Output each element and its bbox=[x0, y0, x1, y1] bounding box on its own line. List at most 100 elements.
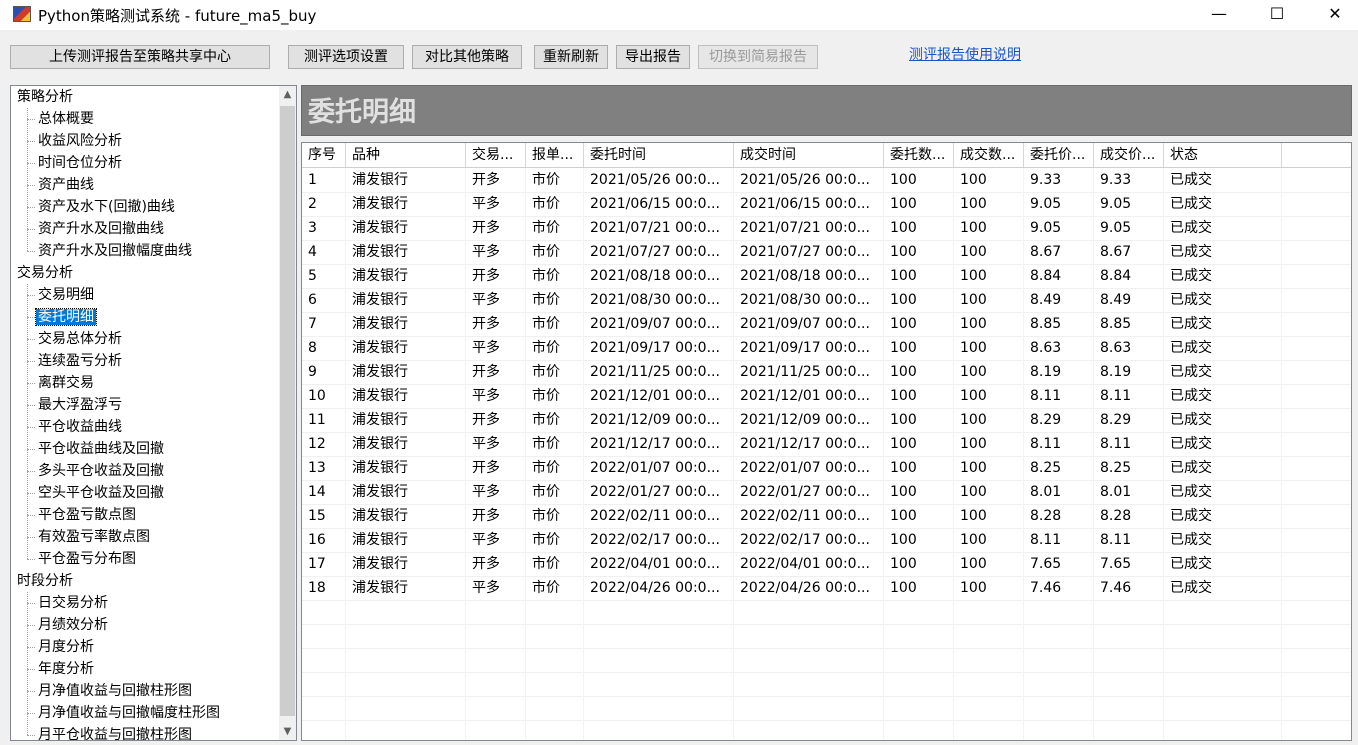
column-header[interactable]: 成交价... bbox=[1094, 143, 1164, 167]
export-report-button[interactable]: 导出报告 bbox=[616, 45, 690, 69]
maximize-button[interactable]: ☐ bbox=[1254, 0, 1300, 30]
tree-item[interactable]: 最大浮盈浮亏 bbox=[36, 394, 124, 416]
table-cell: 开多 bbox=[466, 264, 526, 288]
tree-item[interactable]: 资产曲线 bbox=[36, 174, 96, 196]
table-cell: 2022/04/01 00:0... bbox=[734, 552, 884, 576]
tree-item[interactable]: 交易总体分析 bbox=[36, 328, 124, 350]
empty-table-cell bbox=[346, 624, 466, 648]
column-header[interactable]: 委托数... bbox=[884, 143, 954, 167]
navigation-tree[interactable]: ▲ ▼ 策略分析 总体概要 收益风险分析 时间仓位分析 资产曲线 资产及水下(回撤)曲线资… bbox=[10, 85, 297, 741]
tree-scrollbar[interactable]: ▲ ▼ bbox=[279, 86, 296, 740]
table-cell: 8.01 bbox=[1094, 480, 1164, 504]
table-row[interactable]: 8 浦发银行 平多 市价 2021/09/17 00:0... 2021/09/17 00… bbox=[302, 336, 1351, 361]
tree-group[interactable]: 交易分析 bbox=[17, 262, 73, 284]
empty-table-cell bbox=[346, 720, 466, 740]
column-header[interactable]: 委托价... bbox=[1024, 143, 1094, 167]
table-row[interactable]: 9 浦发银行 开多 市价 2021/11/25 00:0... 2021/11/25 00… bbox=[302, 360, 1351, 385]
tree-item[interactable]: 资产升水及回撤曲线 bbox=[36, 218, 166, 240]
table-cell: 浦发银行 bbox=[346, 504, 466, 528]
tree-item[interactable]: 交易明细 bbox=[36, 284, 96, 306]
table-cell: 2021/07/21 00:0... bbox=[734, 216, 884, 240]
table-row[interactable]: 6 浦发银行 平多 市价 2021/08/30 00:0... 2021/08/30 00… bbox=[302, 288, 1351, 313]
tree-connector bbox=[27, 559, 35, 560]
table-cell: 100 bbox=[954, 240, 1024, 264]
column-header[interactable]: 品种 bbox=[346, 143, 466, 167]
table-row[interactable]: 2 浦发银行 平多 市价 2021/06/15 00:0... 2021/06/15 00… bbox=[302, 192, 1351, 217]
table-row[interactable]: 5 浦发银行 开多 市价 2021/08/18 00:0... 2021/08/18 00… bbox=[302, 264, 1351, 289]
column-header[interactable]: 状态 bbox=[1164, 143, 1282, 167]
tree-item[interactable]: 月净值收益与回撤柱形图 bbox=[36, 680, 194, 702]
switch-simple-report-button[interactable]: 切换到简易报告 bbox=[698, 45, 818, 69]
tree-item[interactable]: 资产及水下(回撤)曲线 bbox=[36, 196, 177, 218]
order-detail-table[interactable]: 序号 品种 交易... 报单... 委托时间 成交时间 委托数... 成交数... 委托价...… bbox=[301, 142, 1352, 741]
table-row[interactable]: 17 浦发银行 开多 市价 2022/04/01 00:0... 2022/04/01 0… bbox=[302, 552, 1351, 577]
tree-item-label: 资产升水及回撤幅度曲线 bbox=[38, 243, 192, 259]
tree-item[interactable]: 平仓收益曲线及回撤 bbox=[36, 438, 166, 460]
tree-item[interactable]: 收益风险分析 bbox=[36, 130, 124, 152]
table-row[interactable]: 4 浦发银行 平多 市价 2021/07/27 00:0... 2021/07/27 00… bbox=[302, 240, 1351, 265]
tree-group[interactable]: 策略分析 bbox=[17, 86, 73, 108]
tree-item[interactable]: 日交易分析 bbox=[36, 592, 110, 614]
table-cell: 已成交 bbox=[1164, 552, 1282, 576]
tree-item[interactable]: 资产升水及回撤幅度曲线 bbox=[36, 240, 194, 262]
test-options-button[interactable]: 测评选项设置 bbox=[288, 45, 404, 69]
tree-item[interactable]: 平仓收益曲线 bbox=[36, 416, 124, 438]
table-row[interactable]: 14 浦发银行 平多 市价 2022/01/27 00:0... 2022/01/27 0… bbox=[302, 480, 1351, 505]
tree-item[interactable]: 平仓盈亏分布图 bbox=[36, 548, 138, 570]
table-cell: 浦发银行 bbox=[346, 384, 466, 408]
tree-connector bbox=[27, 625, 35, 626]
tree-item[interactable]: 时间仓位分析 bbox=[36, 152, 124, 174]
table-row[interactable]: 16 浦发银行 平多 市价 2022/02/17 00:0... 2022/02/17 0… bbox=[302, 528, 1351, 553]
tree-group[interactable]: 时段分析 bbox=[17, 570, 73, 592]
empty-table-cell bbox=[1094, 648, 1164, 672]
tree-connector bbox=[27, 229, 35, 230]
table-row[interactable]: 12 浦发银行 平多 市价 2021/12/17 00:0... 2021/12/17 0… bbox=[302, 432, 1351, 457]
table-row[interactable]: 7 浦发银行 开多 市价 2021/09/07 00:0... 2021/09/07 00… bbox=[302, 312, 1351, 337]
table-cell: 100 bbox=[884, 312, 954, 336]
table-row[interactable]: 11 浦发银行 开多 市价 2021/12/09 00:0... 2021/12/09 0… bbox=[302, 408, 1351, 433]
help-link[interactable]: 测评报告使用说明 bbox=[909, 44, 1021, 64]
table-row[interactable]: 10 浦发银行 平多 市价 2021/12/01 00:0... 2021/12/01 0… bbox=[302, 384, 1351, 409]
scroll-down-icon[interactable]: ▼ bbox=[279, 723, 296, 740]
column-header[interactable]: 交易... bbox=[466, 143, 526, 167]
column-header[interactable]: 委托时间 bbox=[584, 143, 734, 167]
tree-item[interactable]: 连续盈亏分析 bbox=[36, 350, 124, 372]
tree-item[interactable]: 平仓盈亏散点图 bbox=[36, 504, 138, 526]
upload-report-button[interactable]: 上传测评报告至策略共享中心 bbox=[10, 45, 270, 69]
tree-item[interactable]: 月度分析 bbox=[36, 636, 96, 658]
tree-item[interactable]: 多头平仓收益及回撤 bbox=[36, 460, 166, 482]
table-row[interactable]: 1 浦发银行 开多 市价 2021/05/26 00:0... 2021/05/26 00… bbox=[302, 168, 1351, 193]
table-cell: 开多 bbox=[466, 456, 526, 480]
tree-item[interactable]: 空头平仓收益及回撤 bbox=[36, 482, 166, 504]
column-header[interactable]: 序号 bbox=[302, 143, 346, 167]
scroll-thumb[interactable] bbox=[280, 106, 295, 716]
tree-item[interactable]: 委托明细 bbox=[35, 306, 97, 328]
table-cell: 浦发银行 bbox=[346, 576, 466, 600]
column-header[interactable]: 成交时间 bbox=[734, 143, 884, 167]
column-header[interactable]: 成交数... bbox=[954, 143, 1024, 167]
tree-item[interactable]: 月平仓收益与回撤柱形图 bbox=[36, 724, 194, 740]
tree-item[interactable]: 总体概要 bbox=[36, 108, 96, 130]
table-cell: 2021/08/18 00:0... bbox=[734, 264, 884, 288]
table-cell: 11 bbox=[302, 408, 346, 432]
table-cell: 12 bbox=[302, 432, 346, 456]
tree-item[interactable]: 年度分析 bbox=[36, 658, 96, 680]
table-cell: 已成交 bbox=[1164, 408, 1282, 432]
tree-item[interactable]: 月净值收益与回撤幅度柱形图 bbox=[36, 702, 222, 724]
table-row[interactable]: 18 浦发银行 平多 市价 2022/04/26 00:0... 2022/04/26 0… bbox=[302, 576, 1351, 601]
minimize-button[interactable]: — bbox=[1196, 0, 1242, 30]
section-header-panel: 委托明细 bbox=[301, 85, 1352, 136]
tree-item[interactable]: 有效盈亏率散点图 bbox=[36, 526, 152, 548]
tree-item[interactable]: 月绩效分析 bbox=[36, 614, 110, 636]
scroll-up-icon[interactable]: ▲ bbox=[279, 86, 296, 103]
table-row[interactable]: 15 浦发银行 开多 市价 2022/02/11 00:0... 2022/02/11 0… bbox=[302, 504, 1351, 529]
table-cell: 100 bbox=[884, 480, 954, 504]
column-header[interactable]: 报单... bbox=[526, 143, 584, 167]
refresh-button[interactable]: 重新刷新 bbox=[534, 45, 608, 69]
table-cell: 14 bbox=[302, 480, 346, 504]
table-row[interactable]: 13 浦发银行 开多 市价 2022/01/07 00:0... 2022/01/07 0… bbox=[302, 456, 1351, 481]
tree-item[interactable]: 离群交易 bbox=[36, 372, 96, 394]
table-row[interactable]: 3 浦发银行 开多 市价 2021/07/21 00:0... 2021/07/21 00… bbox=[302, 216, 1351, 241]
close-button[interactable]: ✕ bbox=[1312, 0, 1358, 30]
compare-strategy-button[interactable]: 对比其他策略 bbox=[412, 45, 522, 69]
